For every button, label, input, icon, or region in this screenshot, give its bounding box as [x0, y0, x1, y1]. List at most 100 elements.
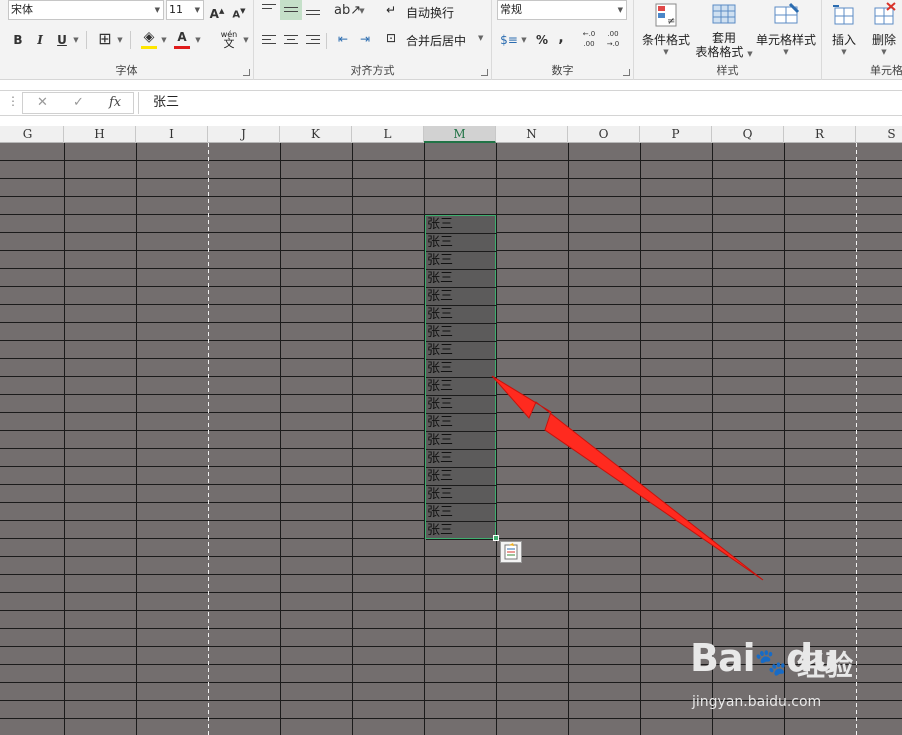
font-name-combo[interactable]: 宋体 ▼	[8, 0, 164, 20]
column-header-l[interactable]: L	[352, 126, 424, 143]
cell-m[interactable]: 张三	[426, 486, 496, 504]
chevron-down-icon[interactable]: ▼	[520, 29, 528, 51]
cell-m[interactable]: 张三	[426, 306, 496, 324]
bold-button[interactable]: B	[10, 29, 26, 51]
format-as-table-button[interactable]: 套用 表格格式 ▼	[694, 0, 754, 62]
orientation-icon[interactable]: ab↗	[334, 0, 361, 22]
number-format-combo[interactable]: 常规 ▼	[497, 0, 627, 20]
align-bottom-icon[interactable]	[306, 10, 320, 18]
cell-m[interactable]: 张三	[426, 360, 496, 378]
chevron-down-icon[interactable]: ▼	[194, 29, 202, 51]
cells-group-label: 单元格	[870, 64, 902, 77]
cell-styles-label: 单元格样式	[755, 33, 816, 47]
align-top-icon[interactable]	[262, 4, 276, 12]
column-header-j[interactable]: J	[208, 126, 280, 143]
column-gridline	[568, 143, 569, 735]
delete-button[interactable]: 删除 ▼	[866, 0, 902, 62]
underline-button[interactable]: U	[54, 29, 70, 51]
dialog-launcher-icon[interactable]	[623, 69, 630, 76]
increase-decimal-button[interactable]: ←.0 .00	[578, 29, 600, 51]
decrease-decimal-button[interactable]: .00 →.0	[602, 29, 624, 51]
align-center-icon[interactable]	[284, 35, 298, 47]
cell-m[interactable]: 张三	[426, 468, 496, 486]
decrease-indent-icon[interactable]: ⇤	[334, 28, 352, 50]
fill-color-swatch	[141, 46, 157, 49]
column-header-i[interactable]: I	[136, 126, 208, 143]
shrink-font-button[interactable]: A▼	[230, 0, 248, 22]
merge-center-button[interactable]: ⊡ 合并后居中 ▼	[378, 30, 488, 50]
cell-m[interactable]: 张三	[426, 216, 496, 234]
cell-m[interactable]: 张三	[426, 504, 496, 522]
cell-m[interactable]: 张三	[426, 432, 496, 450]
font-color-button[interactable]: A	[174, 26, 190, 48]
column-header-g[interactable]: G	[0, 126, 64, 143]
chevron-down-icon[interactable]: ▼	[116, 29, 124, 51]
column-header-h[interactable]: H	[64, 126, 136, 143]
insert-button[interactable]: 插入 ▼	[824, 0, 864, 62]
cell-m[interactable]: 张三	[426, 450, 496, 468]
column-header-q[interactable]: Q	[712, 126, 784, 143]
column-header-k[interactable]: K	[280, 126, 352, 143]
accounting-format-icon[interactable]: $≡	[498, 29, 520, 51]
merge-center-label: 合并后居中	[406, 34, 467, 48]
column-gridline	[280, 143, 281, 735]
percent-button[interactable]: %	[532, 29, 552, 51]
chevron-down-icon[interactable]: ▼	[195, 1, 200, 19]
font-size-combo[interactable]: 11 ▼	[166, 0, 204, 20]
quick-analysis-button[interactable]	[500, 541, 522, 563]
fill-color-icon[interactable]: ◈	[140, 26, 158, 48]
chevron-down-icon[interactable]: ▼	[72, 29, 80, 51]
number-group: 常规 ▼ $≡ ▼ % , ←.0 .00 .00 →.0 数字	[492, 0, 634, 80]
chevron-down-icon[interactable]: ▼	[155, 1, 160, 19]
cell-m[interactable]: 张三	[426, 234, 496, 252]
borders-icon[interactable]: ⊞	[96, 28, 114, 50]
cell-m[interactable]: 张三	[426, 414, 496, 432]
cancel-icon[interactable]: ✕	[37, 95, 48, 110]
cell-m[interactable]: 张三	[426, 324, 496, 342]
chevron-down-icon[interactable]: ▼	[242, 29, 250, 51]
cell-m[interactable]: 张三	[426, 396, 496, 414]
chevron-down-icon[interactable]: ▼	[478, 34, 483, 42]
enter-icon[interactable]: ✓	[73, 95, 84, 110]
align-right-icon[interactable]	[306, 35, 320, 47]
formula-input[interactable]: 张三	[138, 92, 902, 114]
dialog-launcher-icon[interactable]	[481, 69, 488, 76]
column-header-row: GHIJKLMNOPQRS	[0, 126, 902, 143]
chevron-down-icon[interactable]: ▼	[358, 0, 366, 22]
grow-font-button[interactable]: A▲	[208, 0, 226, 22]
wrap-text-label: 自动换行	[406, 6, 455, 20]
cell-m[interactable]: 张三	[426, 342, 496, 360]
insert-cells-icon	[833, 5, 854, 25]
cell-styles-button[interactable]: 单元格样式 ▼	[752, 0, 820, 62]
column-gridline	[352, 143, 353, 735]
fill-handle[interactable]	[493, 535, 499, 541]
chevron-down-icon[interactable]: ▼	[160, 29, 168, 51]
italic-button[interactable]: I	[32, 29, 48, 51]
column-header-s[interactable]: S	[856, 126, 902, 143]
baidu-watermark: Bai🐾du 经验 jingyan.baidu.com	[690, 636, 860, 716]
cell-m[interactable]: 张三	[426, 378, 496, 396]
align-middle-button[interactable]	[280, 0, 302, 20]
column-header-m[interactable]: M	[424, 126, 496, 143]
selected-cells: 张三 张三 张三 张三 张三 张三 张三 张三 张三 张三 张三 张三 张三 张三 张三 张三 张三 张三	[426, 216, 496, 540]
column-header-o[interactable]: O	[568, 126, 640, 143]
comma-button[interactable]: ,	[554, 27, 568, 49]
cell-m[interactable]: 张三	[426, 270, 496, 288]
phonetic-button[interactable]: wén 文	[218, 30, 240, 49]
dialog-launcher-icon[interactable]	[243, 69, 250, 76]
column-header-r[interactable]: R	[784, 126, 856, 143]
column-header-n[interactable]: N	[496, 126, 568, 143]
baidu-logo-text: Bai	[690, 636, 756, 680]
cell-m[interactable]: 张三	[426, 288, 496, 306]
insert-function-icon[interactable]: fx	[109, 95, 121, 110]
conditional-format-button[interactable]: ≠ 条件格式 ▼	[636, 0, 696, 62]
wrap-text-button[interactable]: ↵ 自动换行	[378, 2, 478, 22]
chevron-down-icon[interactable]: ▼	[618, 1, 623, 19]
column-header-p[interactable]: P	[640, 126, 712, 143]
align-left-icon[interactable]	[262, 35, 276, 47]
baidu-url: jingyan.baidu.com	[692, 694, 822, 710]
drag-handle-icon[interactable]: ⋮	[7, 94, 19, 108]
increase-indent-icon[interactable]: ⇥	[356, 28, 374, 50]
cell-m[interactable]: 张三	[426, 252, 496, 270]
cell-m[interactable]: 张三	[426, 522, 496, 540]
